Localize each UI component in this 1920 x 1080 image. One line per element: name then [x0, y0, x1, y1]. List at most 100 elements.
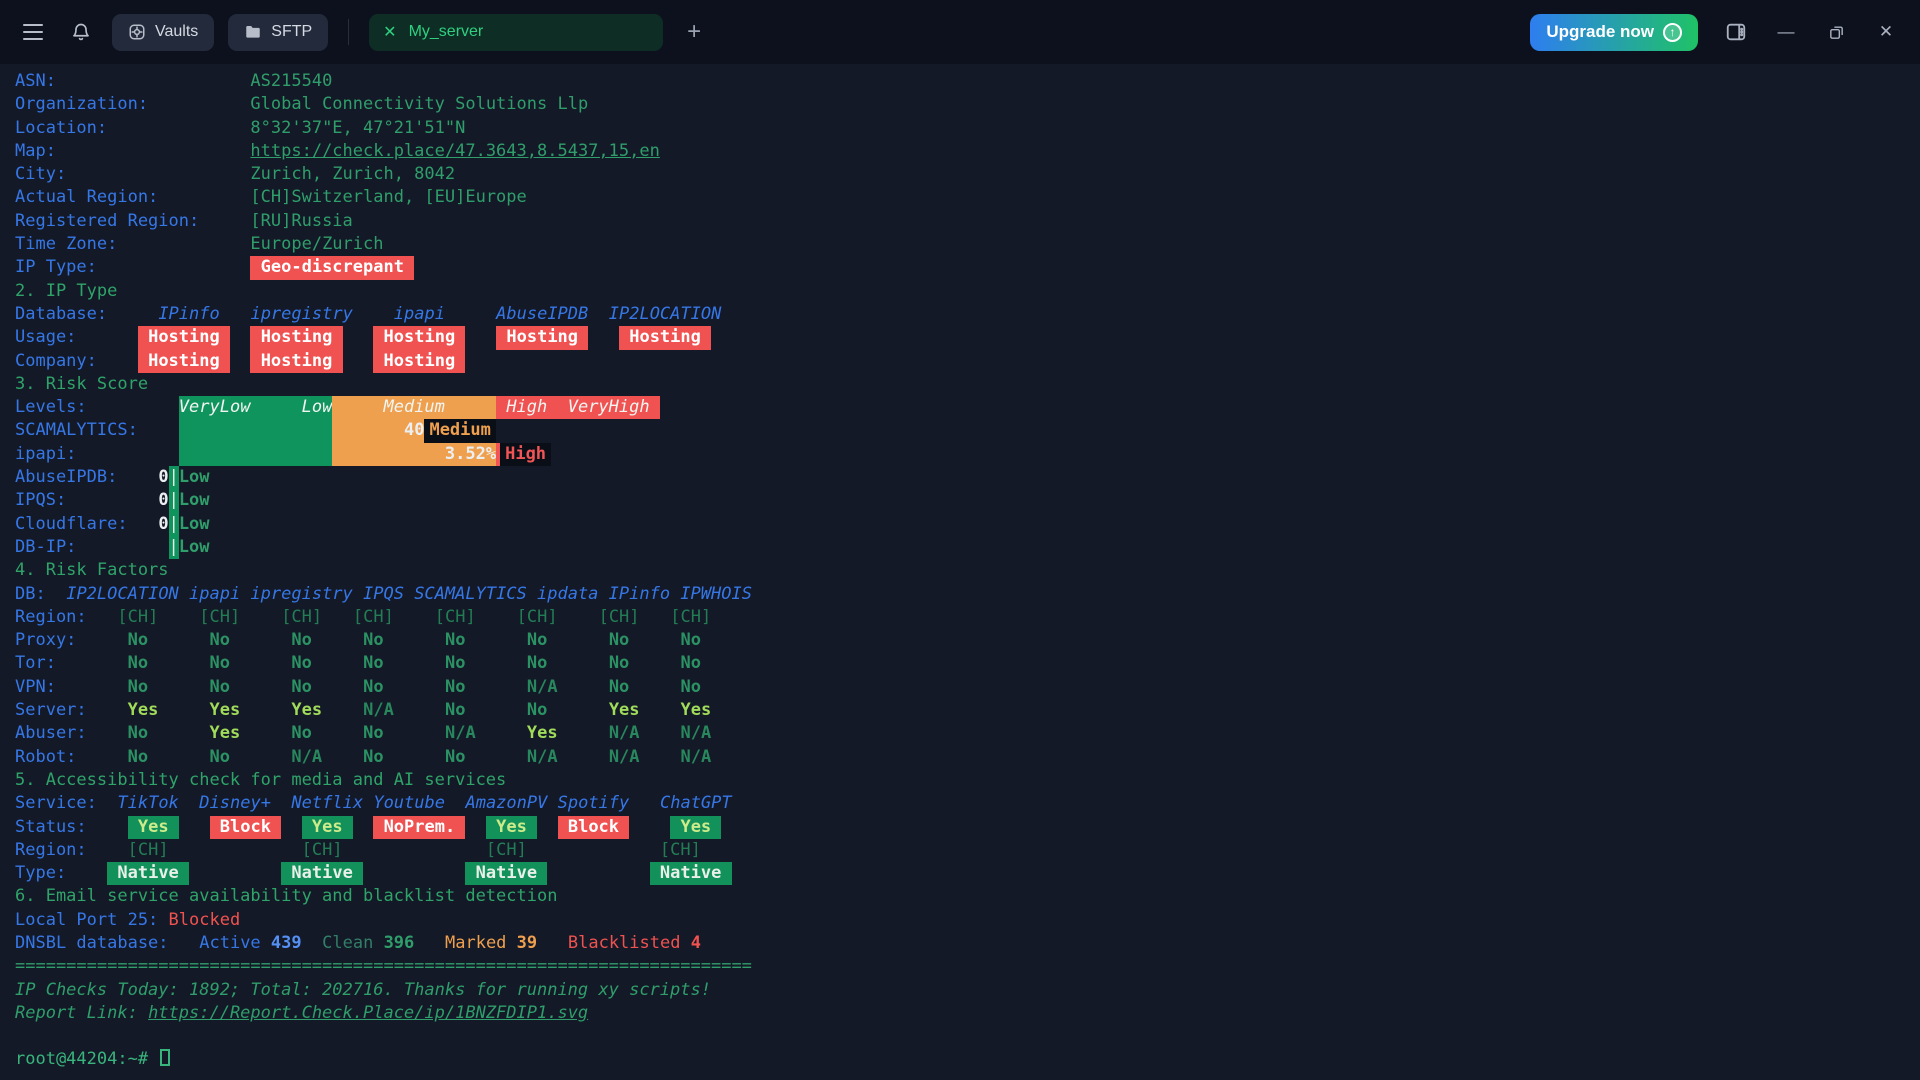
row-service-region: Region: [CH] [CH] [CH] [CH] — [0, 839, 1920, 862]
terminal-text: [CH] — [281, 607, 322, 627]
terminal-text: Hosting — [250, 326, 342, 349]
terminal-text: Block — [558, 816, 630, 839]
report-link[interactable]: https://Report.Check.Place/ip/1BNZFDIP1.… — [148, 1003, 588, 1023]
scamalytics-level: Medium — [424, 419, 495, 442]
terminal-text: [CH] — [670, 607, 711, 627]
terminal-text: Local Port 25: — [15, 910, 158, 930]
terminal-text: ASN: — [15, 71, 56, 91]
row-scamalytics: SCAMALYTICS: 40Medium — [0, 419, 1920, 442]
terminal-text: No — [445, 700, 465, 720]
terminal-text: IP Type: — [15, 257, 97, 277]
terminal-text: Low — [179, 514, 210, 534]
terminal-text: Netflix — [291, 793, 363, 813]
terminal-text: Hosting — [250, 350, 342, 373]
terminal-text: Native — [465, 862, 547, 885]
terminal-text: N/A — [680, 723, 711, 743]
row-region: Region: [CH] [CH] [CH] [CH] [CH] [CH] [C… — [0, 606, 1920, 629]
terminal-text: NoPrem. — [373, 816, 465, 839]
menu-button[interactable] — [16, 15, 50, 49]
row-prompt: root@44204:~# — [0, 1048, 1920, 1071]
terminal-text — [179, 443, 333, 466]
terminal-text: Hosting — [373, 350, 465, 373]
terminal-text: Company: — [15, 351, 97, 371]
terminal-text: No — [363, 723, 383, 743]
terminal-text: [RU]Russia — [250, 211, 352, 231]
close-window-button[interactable]: ✕ — [1874, 20, 1898, 44]
terminal-text: Yes — [128, 700, 159, 720]
vaults-button[interactable]: Vaults — [112, 14, 214, 51]
terminal-text: Status: — [15, 817, 87, 837]
terminal-text: Native — [281, 862, 363, 885]
terminal-text: Yes — [291, 700, 322, 720]
minimize-button[interactable]: — — [1774, 20, 1798, 44]
terminal-text: No — [527, 653, 547, 673]
terminal-text: Abuser: — [15, 723, 87, 743]
row-abuser: Abuser: No Yes No No N/A Yes N/A N/A — [0, 722, 1920, 745]
terminal-text — [332, 443, 445, 466]
upgrade-now-button[interactable]: Upgrade now ↑ — [1530, 14, 1698, 51]
panel-layout-icon — [1725, 21, 1747, 43]
row-map: Map: https://check.place/47.3643,8.5437,… — [0, 140, 1920, 163]
dnsbl-marked-count: 39 — [517, 933, 537, 953]
terminal-text: Yes — [680, 700, 711, 720]
terminal-text: Yes — [302, 816, 353, 839]
new-tab-button[interactable]: + — [687, 20, 701, 44]
terminal-text: AbuseIPDB — [496, 304, 588, 324]
titlebar: Vaults SFTP ✕ My_server + Upgrade now ↑ … — [0, 0, 1920, 64]
terminal-text: Youtube — [373, 793, 445, 813]
terminal-text: Region: — [15, 840, 87, 860]
geo-discrepant-badge: Geo-discrepant — [250, 256, 414, 279]
section-5: 5. Accessibility check for media and AI … — [0, 769, 1920, 792]
terminal-text: [CH] — [117, 607, 158, 627]
terminal-cursor — [160, 1049, 170, 1066]
terminal-text: No — [363, 747, 383, 767]
terminal-text: Europe/Zurich — [250, 234, 383, 254]
terminal-text: 3. Risk Score — [15, 374, 148, 394]
terminal-text: 0 — [158, 514, 168, 534]
terminal-text: Yes — [486, 816, 537, 839]
terminal[interactable]: ASN: AS215540Organization: Global Connec… — [0, 64, 1920, 1080]
terminal-tab-my-server[interactable]: ✕ My_server — [369, 14, 663, 51]
terminal-text: Location: — [15, 118, 107, 138]
terminal-text: 6. Email service availability and blackl… — [15, 886, 557, 906]
notifications-button[interactable] — [64, 15, 98, 49]
close-tab-icon[interactable]: ✕ — [383, 22, 396, 42]
terminal-text: No — [363, 677, 383, 697]
terminal-text: AS215540 — [250, 71, 332, 91]
terminal-text: [CH] — [517, 607, 558, 627]
terminal-text: No — [210, 747, 230, 767]
row-db-headers: DB: IP2LOCATION ipapi ipregistry IPQS SC… — [0, 583, 1920, 606]
row-ipqs-score: IPQS: 0|Low — [0, 489, 1920, 512]
map-link[interactable]: https://check.place/47.3643,8.5437,15,en — [250, 141, 659, 161]
terminal-text: N/A — [445, 723, 476, 743]
row-separator: ========================================… — [0, 955, 1920, 978]
row-actual-region: Actual Region: [CH]Switzerland, [EU]Euro… — [0, 186, 1920, 209]
vault-icon — [128, 23, 146, 41]
terminal-text: Medium — [332, 396, 496, 419]
restore-icon — [1828, 24, 1845, 41]
terminal-text: N/A — [527, 677, 558, 697]
restore-button[interactable] — [1824, 20, 1848, 44]
terminal-text: No — [680, 653, 700, 673]
terminal-text: Clean — [322, 933, 373, 953]
sftp-button[interactable]: SFTP — [228, 14, 328, 51]
terminal-text: Blacklisted — [568, 933, 681, 953]
dnsbl-clean-count: 396 — [384, 933, 415, 953]
row-abuseipdb-score: AbuseIPDB: 0|Low — [0, 466, 1920, 489]
terminal-text: IPQS: — [15, 490, 66, 510]
terminal-text: AbuseIPDB: — [15, 467, 117, 487]
terminal-text: Robot: — [15, 747, 76, 767]
terminal-text: [CH] — [435, 607, 476, 627]
terminal-text: No — [609, 653, 629, 673]
terminal-text: [CH]Switzerland, [EU]Europe — [250, 187, 526, 207]
terminal-text: [CH] — [199, 607, 240, 627]
terminal-text: 2. IP Type — [15, 281, 117, 301]
terminal-text: No — [291, 653, 311, 673]
terminal-text: [CH] — [128, 840, 169, 860]
hamburger-icon — [23, 24, 43, 40]
row-company: Company: Hosting Hosting Hosting — [0, 350, 1920, 373]
terminal-text: Yes — [128, 816, 179, 839]
toggle-sidebar-button[interactable] — [1724, 20, 1748, 44]
terminal-text: SCAMALYTICS: — [15, 420, 138, 440]
terminal-text: Global Connectivity Solutions Llp — [250, 94, 588, 114]
